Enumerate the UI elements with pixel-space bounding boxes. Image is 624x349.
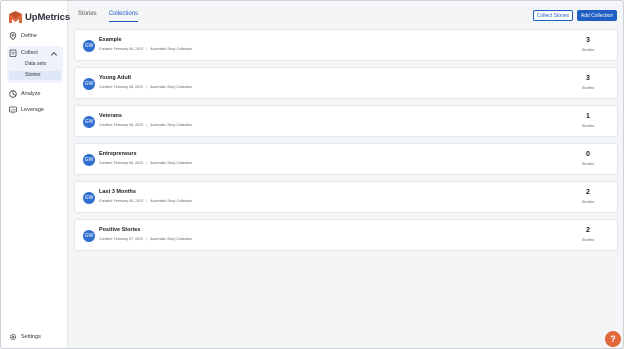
collection-title[interactable]: Young Adult (99, 75, 131, 81)
story-count-label: Stories (581, 199, 595, 204)
story-count-label: Stories (581, 85, 595, 90)
nav-analyze-label: Analyze (21, 91, 41, 97)
nav-leverage-label: Leverage (21, 107, 44, 113)
sidebar: UpMetrics Define Collect Data sets Stori… (1, 1, 70, 348)
pie-chart-icon (9, 90, 17, 98)
collection-meta: Created: February 07, 2023 | Automatic Sto… (99, 237, 192, 241)
created-date: Created: February 07, 2023 (99, 237, 144, 241)
collection-type: Automatic Story Collection (150, 199, 193, 203)
collection-meta: Created: February 08, 2023 | Automatic Sto… (99, 123, 192, 127)
story-count-label: Stories (581, 237, 595, 242)
collection-type: Automatic Story Collection (150, 47, 193, 51)
avatar: GW (83, 230, 95, 242)
map-pin-icon (9, 32, 17, 40)
collection-type: Automatic Story Collection (150, 123, 193, 127)
created-date: Created: February 08, 2023 (99, 85, 144, 89)
nav-settings-label: Settings (21, 334, 41, 340)
created-date: Created: February 08, 2023 (99, 47, 144, 51)
separator: | (146, 85, 148, 89)
nav-data-sets[interactable]: Data sets (9, 60, 61, 69)
add-collection-button[interactable]: Add Collection (577, 10, 617, 21)
collection-card[interactable]: GW Young Adult Created: February 08, 202… (74, 67, 618, 99)
presentation-icon (9, 106, 17, 114)
nav-define[interactable]: Define (9, 31, 37, 41)
collection-card[interactable]: GW Entrepreneurs Created: February 08, 2… (74, 143, 618, 175)
avatar: GW (83, 40, 95, 52)
nav-define-label: Define (21, 33, 37, 39)
collection-card[interactable]: GW Veterans Created: February 08, 2023 | A… (74, 105, 618, 137)
story-count: 3 (586, 37, 590, 44)
nav-collect-group: Collect Data sets Stories (7, 46, 63, 83)
collection-meta: Created: February 08, 2023 | Automatic Sto… (99, 85, 192, 89)
nav-collect[interactable]: Collect (9, 48, 61, 58)
clipboard-icon (9, 49, 17, 57)
collection-type: Automatic Story Collection (150, 85, 193, 89)
help-button[interactable]: ? (605, 331, 621, 347)
story-count-label: Stories (581, 47, 595, 52)
collection-card[interactable]: GW Last 3 Months Created: February 08, 2… (74, 181, 618, 213)
avatar: GW (83, 192, 95, 204)
avatar: GW (83, 78, 95, 90)
story-count: 1 (586, 113, 590, 120)
created-date: Created: February 08, 2023 (99, 199, 144, 203)
gear-icon (9, 333, 17, 341)
collection-meta: Created: February 08, 2023 | Automatic Sto… (99, 47, 192, 51)
upmetrics-logo-icon (9, 11, 22, 23)
logo-text: UpMetrics (25, 11, 71, 23)
nav-leverage[interactable]: Leverage (9, 105, 44, 115)
created-date: Created: February 08, 2023 (99, 161, 144, 165)
collection-title[interactable]: Example (99, 37, 122, 43)
tab-collections[interactable]: Collections (108, 11, 139, 22)
tab-stories[interactable]: Stories (78, 11, 97, 22)
collection-meta: Created: February 08, 2023 | Automatic Sto… (99, 161, 192, 165)
nav-stories[interactable]: Stories (9, 71, 61, 80)
collection-card[interactable]: GW Positive Stories Created: February 07… (74, 219, 618, 251)
collection-card[interactable]: GW Example Created: February 08, 2023 | Au… (74, 29, 618, 61)
separator: | (146, 199, 148, 203)
separator: | (146, 47, 148, 51)
nav-analyze[interactable]: Analyze (9, 89, 41, 99)
created-date: Created: February 08, 2023 (99, 123, 144, 127)
chevron-up-icon[interactable] (50, 50, 58, 58)
nav-settings[interactable]: Settings (9, 333, 41, 341)
collection-title[interactable]: Veterans (99, 113, 122, 119)
collection-type: Automatic Story Collection (150, 161, 193, 165)
tab-bar: Stories Collections (78, 11, 139, 22)
collection-type: Automatic Story Collection (150, 237, 193, 241)
app-window: UpMetrics Define Collect Data sets Stori… (0, 0, 624, 349)
collection-title[interactable]: Last 3 Months (99, 189, 136, 195)
avatar: GW (83, 116, 95, 128)
story-count: 3 (586, 75, 590, 82)
story-count: 2 (586, 189, 590, 196)
collection-meta: Created: February 08, 2023 | Automatic Sto… (99, 199, 192, 203)
avatar: GW (83, 154, 95, 166)
story-count-label: Stories (581, 123, 595, 128)
collection-title[interactable]: Entrepreneurs (99, 151, 137, 157)
story-count: 2 (586, 227, 590, 234)
separator: | (146, 161, 148, 165)
logo[interactable]: UpMetrics (9, 10, 70, 24)
separator: | (146, 237, 148, 241)
separator: | (146, 123, 148, 127)
story-count-label: Stories (581, 161, 595, 166)
collect-stories-button[interactable]: Collect Stories (533, 10, 573, 21)
story-count: 0 (586, 151, 590, 158)
collection-title[interactable]: Positive Stories (99, 227, 140, 233)
nav-collect-label: Collect (21, 50, 38, 56)
